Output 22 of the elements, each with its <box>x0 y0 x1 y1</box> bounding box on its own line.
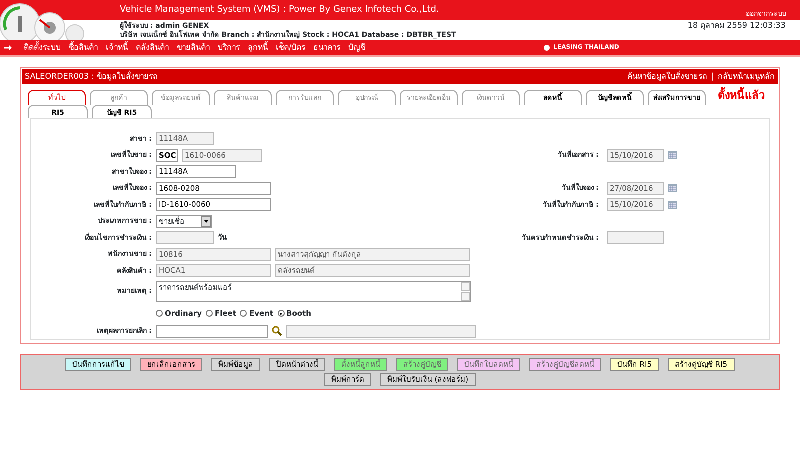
menu-item[interactable]: คลังสินค้า <box>136 42 169 54</box>
dot-icon <box>544 44 550 50</box>
arrow-icon <box>4 44 12 50</box>
menu-item[interactable]: บัญชี <box>348 42 366 54</box>
status-label: ตั้งหนี้แล้ว <box>718 88 765 104</box>
menu-item[interactable]: ซื้อสินค้า <box>69 42 98 54</box>
input-field[interactable] <box>156 324 268 338</box>
menu-item[interactable]: ธนาคาร <box>314 42 341 54</box>
search-icon[interactable] <box>272 326 282 336</box>
menu-item[interactable]: เจ้าหนี้ <box>106 42 128 54</box>
app-title: Vehicle Management System (VMS) : Power By Genex Infotech Co.,Ltd. <box>119 4 440 17</box>
menu-item[interactable]: ลูกหนี้ <box>248 42 268 54</box>
panel-title: SALEORDER003 : ข้อมูลใบสั่งขายรถ <box>25 70 158 82</box>
header-link[interactable]: ค้นหาข้อมูลใบสั่งขายรถ <box>627 70 708 82</box>
link-separator: | <box>711 70 714 82</box>
menu-item[interactable]: เช็ค/บัตร <box>276 42 306 54</box>
caret-icon <box>204 220 208 223</box>
header-link[interactable]: กลับหน้าเมนูหลัก <box>718 70 775 82</box>
menu-item[interactable]: ขายสินค้า <box>177 42 210 54</box>
date-time: 18 ตุลาคม 2559 12:03:33 <box>688 22 787 32</box>
menu-item[interactable]: บริการ <box>218 42 240 54</box>
menu-item[interactable]: ติดตั้งระบบ <box>24 42 61 54</box>
